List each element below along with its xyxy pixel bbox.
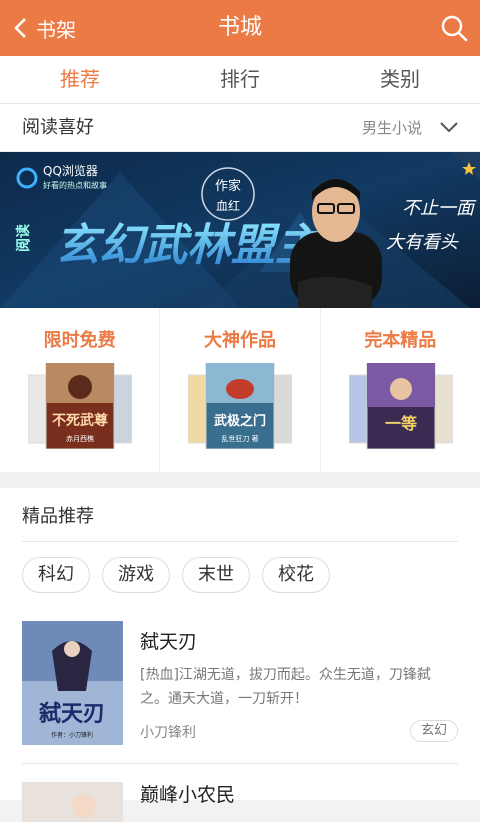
chevron-down-icon[interactable] (440, 120, 458, 134)
section-title: 限时免费 (43, 330, 116, 351)
book-genre-tag: 玄幻 (409, 720, 458, 742)
page-title: 书城 (217, 15, 262, 40)
author-name: 血红 (216, 198, 240, 213)
cover-title: 一等 (385, 414, 417, 433)
book-cover-author: 作者：小刀锋利 (51, 731, 93, 739)
banner-headline: 玄幻武林盟主 (55, 220, 323, 271)
chip-scifi[interactable]: 科幻 (22, 557, 90, 593)
book-title: 弑天刃 (140, 631, 198, 653)
chip-apocalypse[interactable]: 末世 (182, 557, 250, 593)
cover-subtitle: 赤月西樵 (66, 434, 94, 443)
browser-name: QQ浏览器 (43, 163, 98, 178)
cover-stack: 不死武尊 赤月西樵 (28, 363, 132, 449)
side-text: 阅读 (15, 224, 32, 252)
section-completed[interactable]: 完本精品 一等 (321, 308, 480, 472)
slogan-line2: 大有看头 (386, 232, 459, 253)
banner-art: QQ浏览器 好看的热点和故事 作家 血红 阅读 玄幻武林盟主 不止一面 大有看头 (0, 152, 480, 308)
divider (22, 541, 458, 542)
tab-bar: 推荐 排行 类别 (0, 56, 480, 104)
section-master-works[interactable]: 大神作品 武极之门 乱世狂刀 著 (160, 308, 321, 472)
book-cover-title: 弑天刃 (38, 701, 105, 727)
book-title: 巅峰小农民 (140, 784, 236, 806)
book-cover (22, 782, 123, 822)
section-title: 完本精品 (364, 330, 437, 351)
section-title: 大神作品 (203, 330, 276, 351)
section-limited-free[interactable]: 限时免费 不死武尊 赤月西樵 (0, 308, 161, 472)
section-gap (0, 472, 480, 488)
preference-value[interactable]: 男生小说 (362, 104, 422, 152)
chip-campus-belle[interactable]: 校花 (262, 557, 330, 593)
promo-banner[interactable]: QQ浏览器 好看的热点和故事 作家 血红 阅读 玄幻武林盟主 不止一面 大有看头 (0, 152, 480, 308)
reading-preference-row[interactable]: 阅读喜好 男生小说 (0, 104, 480, 152)
cover-stack: 武极之门 乱世狂刀 著 (188, 363, 293, 449)
book-cover: 弑天刃 作者：小刀锋利 (22, 621, 123, 745)
book-author: 小刀锋利 (140, 725, 196, 741)
tab-ranking[interactable]: 排行 (160, 56, 320, 103)
cover-stack: 一等 (348, 363, 453, 449)
tab-recommend[interactable]: 推荐 (0, 56, 160, 103)
browser-slogan: 好看的热点和故事 (43, 180, 107, 190)
app-header: 书架 书城 (0, 0, 480, 56)
preference-label: 阅读喜好 (22, 117, 94, 138)
book-item[interactable]: 弑天刃 作者：小刀锋利 弑天刃 [热血]江湖无道，拔刀而起。众生无道，刀锋弑之。… (22, 621, 458, 751)
cover-title: 武极之门 (214, 413, 266, 429)
category-chips: 科幻 游戏 末世 校花 (22, 557, 330, 593)
recommend-panel: 精品推荐 科幻 游戏 末世 校花 弑天刃 作者：小刀锋利 弑天刃 [热血]江湖无… (0, 488, 480, 822)
search-icon[interactable] (440, 14, 468, 42)
book-description: [热血]江湖无道，拔刀而起。众生无道，刀锋弑之。通天大道，一刀斩开！ (140, 667, 431, 707)
book-item[interactable]: 巅峰小农民 (22, 778, 458, 822)
divider (22, 763, 458, 764)
cover-subtitle: 乱世狂刀 著 (222, 434, 259, 443)
tab-category[interactable]: 类别 (320, 56, 480, 103)
slogan-line1: 不止一面 (402, 198, 477, 219)
cover-title: 不死武尊 (52, 412, 108, 429)
featured-sections: 限时免费 不死武尊 赤月西樵 大神作品 武极之门 乱世狂刀 著 完本精品 一等 (0, 308, 480, 472)
author-tag: 作家 (215, 178, 241, 194)
chip-game[interactable]: 游戏 (102, 557, 170, 593)
recommend-title: 精品推荐 (22, 506, 94, 527)
